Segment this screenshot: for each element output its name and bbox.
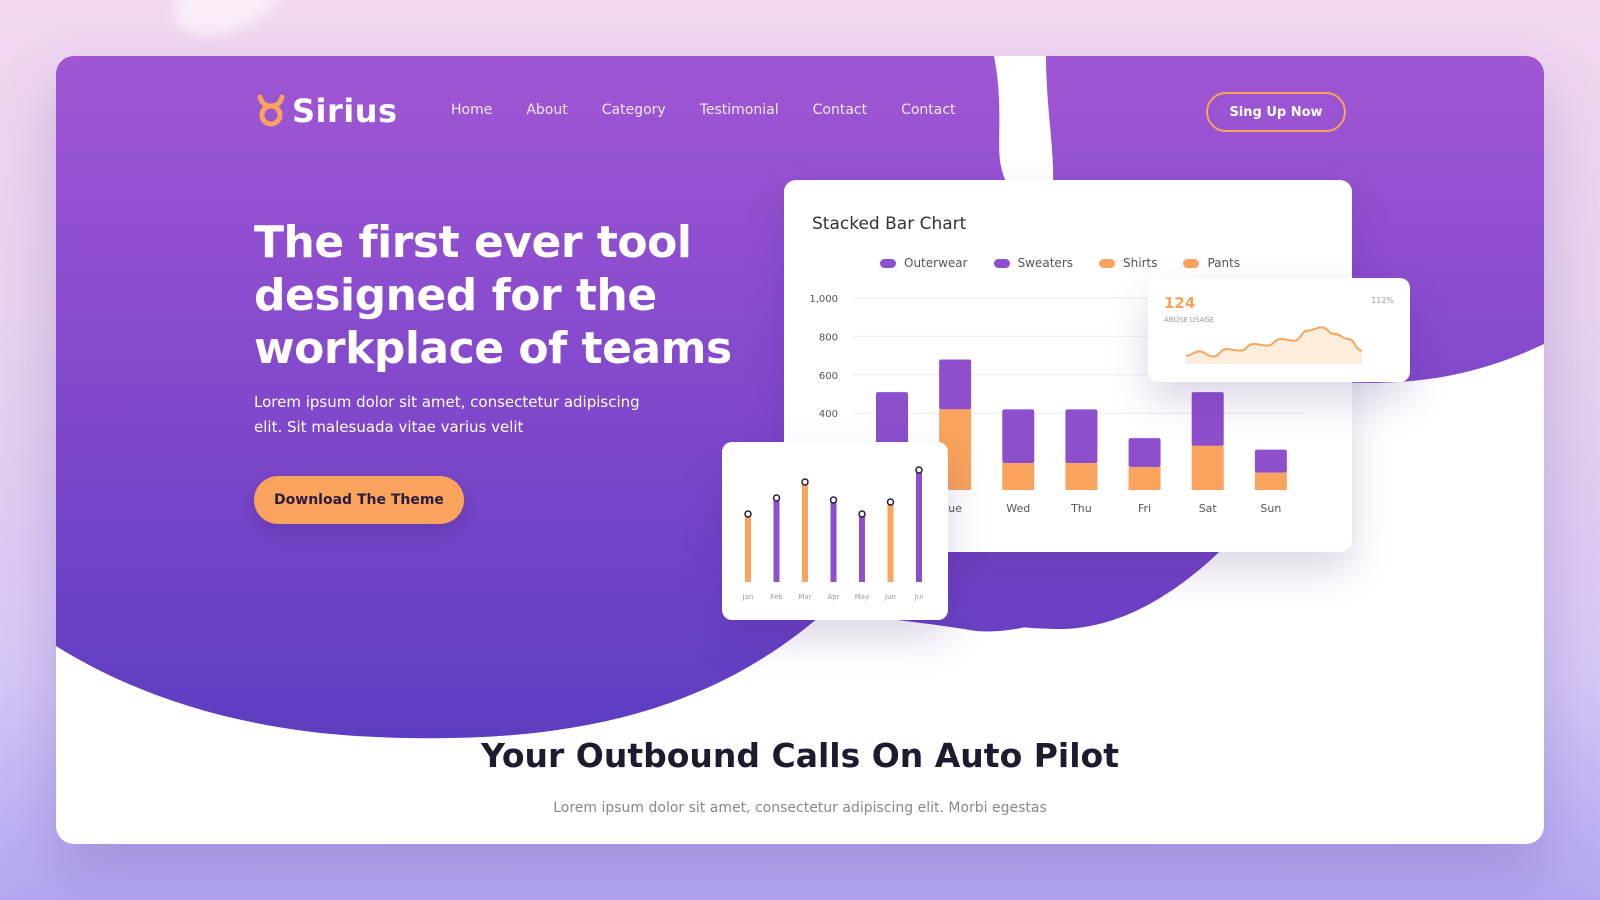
month-bar	[745, 514, 751, 582]
month-label: Mar	[798, 593, 811, 601]
month-point	[744, 510, 752, 518]
sparkline-area	[1186, 327, 1362, 364]
y-tick-label: 400	[819, 409, 838, 420]
y-tick-label: 1,000	[809, 294, 838, 305]
month-label: Jul	[914, 593, 924, 601]
month-label: Jun	[884, 593, 896, 601]
y-tick-label: 600	[819, 371, 838, 382]
taurus-logo-icon	[257, 94, 285, 127]
month-bar	[830, 500, 837, 582]
nav-item-contact[interactable]: Contact	[813, 102, 867, 118]
usage-sparkline	[1185, 326, 1363, 364]
month-point	[886, 498, 895, 506]
bar-segment-shirts	[1191, 445, 1224, 490]
x-tick-label: Sat	[1199, 502, 1218, 515]
bar-segment-outerwear	[1002, 409, 1035, 464]
section-subtitle: Lorem ipsum dolor sit amet, consectetur …	[553, 800, 1047, 816]
month-point	[915, 466, 923, 474]
usage-card: 124 ABUSE USAGE 112%	[1148, 278, 1410, 382]
month-label: Apr	[827, 593, 839, 601]
month-point	[829, 496, 838, 504]
x-tick-label: Fri	[1138, 502, 1151, 515]
hero-subtitle: Lorem ipsum dolor sit amet, consectetur …	[254, 393, 640, 436]
month-label: Feb	[770, 593, 783, 601]
month-bar	[859, 514, 865, 582]
background-glow	[160, 0, 300, 53]
nav-item-contact-2[interactable]: Contact	[901, 102, 955, 118]
bar-segment-shirts	[1002, 463, 1035, 490]
month-bar	[773, 498, 780, 582]
x-tick-label: Wed	[1006, 502, 1030, 515]
monthly-bar-card: Jan Feb Mar Apr May Jun Jul	[722, 442, 948, 620]
bar-segment-outerwear	[1254, 449, 1287, 473]
section-title: Your Outbound Calls On Auto Pilot	[480, 736, 1119, 775]
browser-frame: Sirius Home About Category Testimonial C…	[56, 56, 1544, 844]
bar-segment-shirts	[1254, 472, 1287, 490]
month-bar	[802, 482, 808, 582]
month-point	[858, 510, 866, 518]
monthly-bar-plot: Jan Feb Mar Apr May Jun Jul	[742, 466, 924, 601]
main-nav: Home About Category Testimonial Contact …	[451, 102, 956, 118]
month-point	[772, 494, 781, 502]
brand-name: Sirius	[292, 92, 398, 130]
nav-item-category[interactable]: Category	[602, 102, 666, 118]
download-theme-button[interactable]: Download The Theme	[254, 476, 464, 524]
x-tick-label: ue	[948, 502, 962, 515]
bar-segment-outerwear	[1191, 392, 1224, 446]
nav-item-home[interactable]: Home	[451, 102, 492, 118]
bar-segment-outerwear	[1065, 409, 1098, 464]
bar-segment-outerwear	[876, 392, 908, 446]
brand-logo[interactable]: Sirius	[256, 92, 398, 130]
hero-title: The first ever tool designed for the wor…	[254, 217, 732, 374]
nav-item-about[interactable]: About	[526, 102, 567, 118]
bar-segment-shirts	[1128, 466, 1161, 490]
x-tick-label: Sun	[1260, 502, 1281, 515]
y-tick-label: 800	[819, 332, 838, 343]
signup-button[interactable]: Sing Up Now	[1206, 92, 1346, 132]
bar-segment-outerwear	[939, 359, 972, 410]
month-bar	[887, 502, 894, 582]
bar-segment-shirts	[1065, 463, 1098, 490]
month-point	[801, 478, 809, 486]
month-label: May	[855, 593, 869, 601]
x-tick-label: Thu	[1070, 502, 1092, 515]
nav-item-testimonial[interactable]: Testimonial	[700, 102, 779, 118]
month-label: Jan	[742, 593, 754, 601]
month-bar	[916, 470, 922, 582]
bar-segment-outerwear	[1128, 438, 1161, 467]
